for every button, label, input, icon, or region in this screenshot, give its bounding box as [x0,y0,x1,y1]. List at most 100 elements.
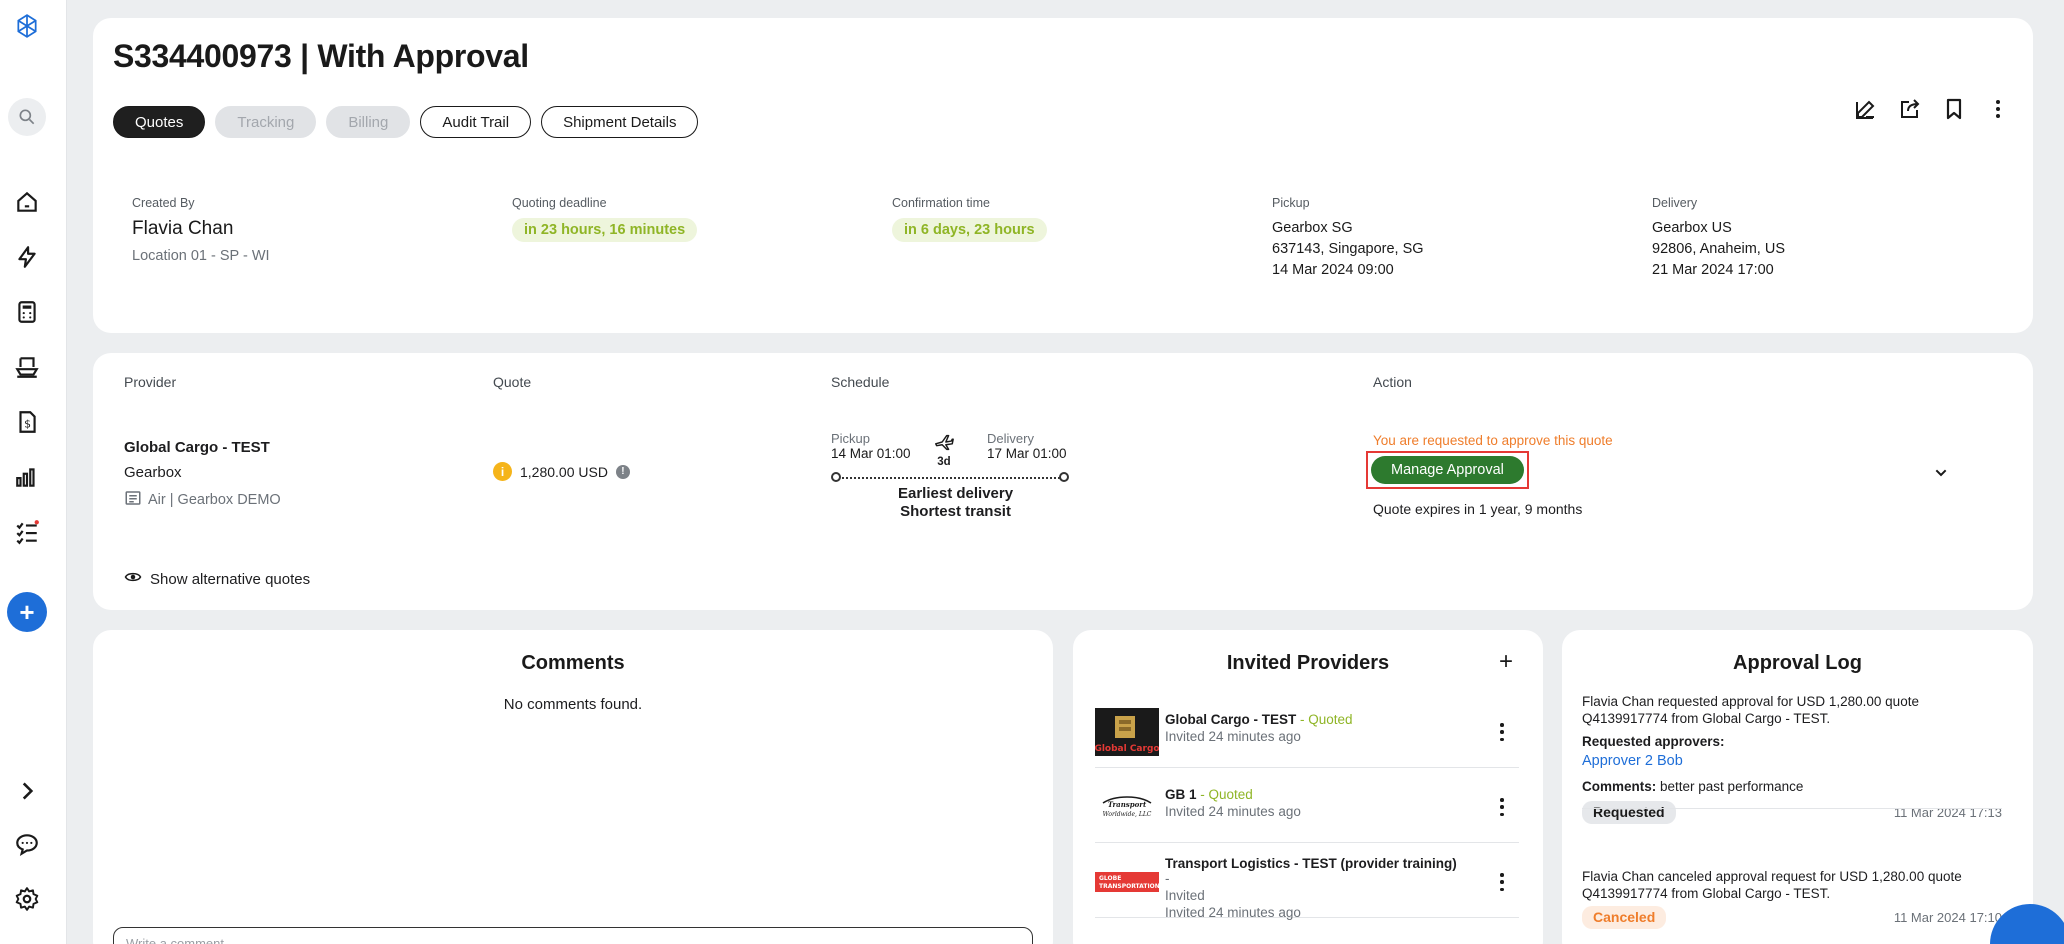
invited-provider-status: Quoted [1308,712,1353,727]
add-provider-button[interactable]: + [1499,648,1513,676]
eye-icon [124,568,142,590]
timeline-line [835,477,1063,479]
document-icon [124,489,142,511]
ship-icon[interactable] [13,353,41,381]
quote-mode-text: Air | Gearbox DEMO [148,492,281,508]
invited-provider-row[interactable]: Global Cargo Global Cargo - TEST - Quote… [1094,696,1519,768]
invited-provider-info: GB 1 - Quoted Invited 24 minutes ago [1165,787,1465,819]
shipment-header-card: S334400973 | With Approval Quotes Tracki… [93,18,2033,333]
approval-log-card: Approval Log Flavia Chan requested appro… [1562,630,2033,944]
tag-shortest-transit: Shortest transit [900,503,1011,520]
global-cargo-logo: Global Cargo [1094,708,1160,756]
analytics-icon[interactable] [13,463,41,491]
expand-sidebar-icon[interactable] [13,777,41,805]
chevron-down-icon[interactable] [1931,463,1951,483]
log-divider [1582,808,2002,809]
invited-provider-row[interactable]: Transport Worldwide, LLC GB 1 - Quoted In… [1095,771,1519,843]
app-logo-icon[interactable] [13,12,41,40]
invited-provider-status: Invited [1165,888,1205,903]
pickup-date: 14 Mar 2024 09:00 [1272,262,1394,278]
timeline-end-dot [1059,472,1069,482]
no-comments-text: No comments found. [503,696,643,713]
creator-name: Flavia Chan [132,218,234,239]
invited-provider-separator: - [1165,871,1170,886]
confirmation-time-value: in 6 days, 23 hours [892,218,1047,242]
log-entry-text: Flavia Chan requested approval for USD 1… [1582,694,1919,726]
more-options-icon[interactable] [1985,96,2011,122]
show-alternative-quotes-link[interactable]: Show alternative quotes [124,568,310,590]
manage-approval-highlight: Manage Approval [1366,451,1529,489]
tab-billing[interactable]: Billing [326,106,411,138]
calculator-icon[interactable] [13,298,41,326]
invited-provider-time: Invited 24 minutes ago [1165,804,1301,819]
chat-icon[interactable] [13,830,41,858]
invited-provider-row[interactable]: GLOBE TRANSPORTATION Transport Logistics … [1095,846,1519,920]
invoice-icon[interactable]: $ [13,408,41,436]
log-entry-date: 11 Mar 2024 17:10 [1893,910,2002,925]
more-options-icon[interactable] [1499,873,1505,891]
approval-log-entry: Flavia Chan requested approval for USD 1… [1582,693,2002,824]
invited-provider-info: Transport Logistics - TEST (provider tra… [1165,856,1465,920]
confirmation-time-section: Confirmation time in 6 days, 23 hours [892,196,1047,242]
tag-earliest-delivery: Earliest delivery [898,485,1014,502]
share-icon[interactable] [1897,96,1923,122]
created-by-section: Created By Flavia Chan Location 01 - SP … [132,196,270,264]
invited-provider-time: Invited 24 minutes ago [1165,729,1301,744]
coin-icon: i [493,462,512,481]
approval-request-notice: You are requested to approve this quote [1373,433,1613,448]
plane-icon [935,434,954,451]
log-comment: better past performance [1656,779,1804,794]
confirmation-time-label: Confirmation time [892,196,990,210]
tab-shipment-details[interactable]: Shipment Details [541,106,699,138]
approver-link[interactable]: Approver 2 Bob [1582,753,2002,770]
invited-provider-name: Global Cargo - TEST [1165,712,1297,727]
creator-location: Location 01 - SP - WI [132,248,270,264]
svg-text:Global Cargo: Global Cargo [1095,744,1159,754]
manage-approval-button[interactable]: Manage Approval [1371,456,1524,484]
delivery-address: 92806, Anaheim, US [1652,241,1786,257]
delivery-name: Gearbox US [1652,220,1732,236]
pickup-address: 637143, Singapore, SG [1272,241,1424,257]
invited-provider-name: GB 1 [1165,787,1197,802]
tab-bar: Quotes Tracking Billing Audit Trail Ship… [113,106,699,138]
lightning-icon[interactable] [13,243,41,271]
schedule-pickup-label: Pickup [831,431,871,446]
home-icon[interactable] [13,188,41,216]
quoting-deadline-value: in 23 hours, 16 minutes [512,218,698,242]
invited-provider-separator: - [1196,787,1209,802]
more-options-icon[interactable] [1499,723,1505,741]
delivery-date: 21 Mar 2024 17:00 [1652,262,1774,278]
quoting-deadline-section: Quoting deadline in 23 hours, 16 minutes [512,196,698,242]
comments-label: Comments: [1582,779,1657,794]
header-actions [1853,96,2011,122]
schedule-column-header: Schedule [831,374,890,390]
bookmark-icon[interactable] [1941,96,1967,122]
invited-provider-separator: - [1296,712,1309,727]
quotes-card: Provider Quote Schedule Action Global Ca… [93,353,2033,610]
log-entry-text: Flavia Chan canceled approval request fo… [1582,869,1962,901]
quote-provider-org: Gearbox [124,464,182,481]
provider-column-header: Provider [124,374,177,390]
quote-provider-name[interactable]: Global Cargo - TEST [124,439,270,456]
search-icon[interactable] [8,98,46,136]
tab-audit-trail[interactable]: Audit Trail [420,106,532,138]
settings-gear-icon[interactable] [13,885,41,913]
tasks-icon[interactable] [13,518,41,546]
show-alternative-quotes-label: Show alternative quotes [150,570,311,588]
tab-tracking[interactable]: Tracking [215,106,317,138]
quote-column-header: Quote [493,374,532,390]
status-badge-canceled: Canceled [1582,906,1667,929]
schedule-delivery-date: 17 Mar 01:00 [987,446,1067,461]
add-button[interactable]: + [7,592,47,632]
tab-quotes[interactable]: Quotes [113,106,206,138]
info-icon[interactable]: ! [615,464,630,479]
comment-input[interactable]: Write a comment... [113,927,1033,944]
svg-text:GLOBE: GLOBE [1099,875,1121,882]
invited-provider-name: Transport Logistics - TEST (provider tra… [1165,856,1457,871]
pickup-label: Pickup [1272,196,1310,210]
invited-providers-card: Invited Providers + Global Cargo Global … [1073,630,1543,944]
more-options-icon[interactable] [1499,798,1505,816]
quote-mode: Air | Gearbox DEMO [124,489,281,511]
pickup-section: Pickup Gearbox SG 637143, Singapore, SG … [1272,196,1424,281]
edit-icon[interactable] [1853,96,1879,122]
